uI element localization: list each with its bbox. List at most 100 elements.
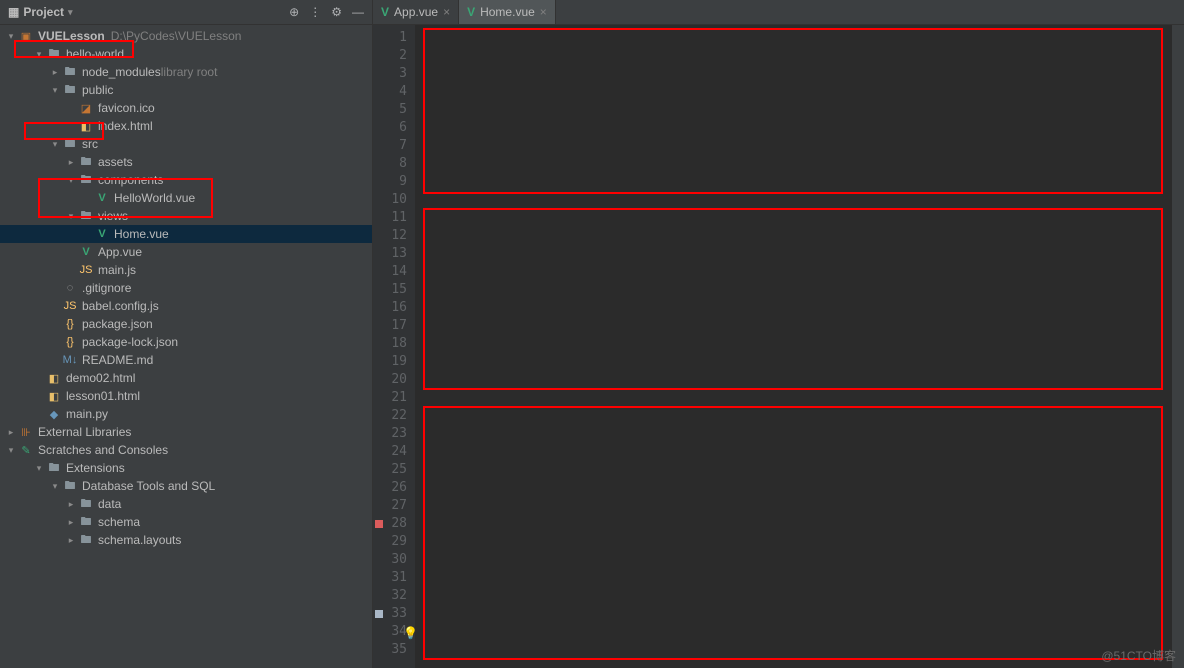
line-number[interactable]: 15 [373,281,407,299]
tree-node[interactable]: V App.vue [0,243,372,261]
editor-tab[interactable]: V Home.vue × [459,0,556,24]
line-number[interactable]: 12 [373,227,407,245]
tree-node[interactable]: ▾ 🖿 views [0,207,372,225]
expand-arrow[interactable]: ▸ [64,535,78,546]
line-number[interactable]: 21 [373,389,407,407]
filter-icon[interactable]: ⋮ [309,5,321,19]
line-number[interactable]: 30 [373,551,407,569]
close-icon[interactable]: × [540,5,547,19]
line-number[interactable]: 32 [373,587,407,605]
expand-arrow[interactable]: ▾ [48,85,62,96]
line-number[interactable]: 31 [373,569,407,587]
tree-external-libs[interactable]: ▸⊪External Libraries [0,423,372,441]
expand-arrow[interactable]: ▾ [64,175,78,186]
gear-icon[interactable]: ⚙ [331,5,342,19]
expand-arrow[interactable]: ▸ [48,67,62,78]
editor-tab[interactable]: V App.vue × [373,0,459,24]
expand-arrow[interactable]: ▸ [64,499,78,510]
line-number[interactable]: 27 [373,497,407,515]
tree-node[interactable]: {} package.json [0,315,372,333]
line-number[interactable]: 23 [373,425,407,443]
line-number[interactable]: 7 [373,137,407,155]
dropdown-icon[interactable]: ▾ [68,7,73,18]
expand-arrow[interactable]: ▾ [48,481,62,492]
tree-node[interactable]: V Home.vue [0,225,372,243]
line-number[interactable]: 24 [373,443,407,461]
tree-node[interactable]: ◧ demo02.html [0,369,372,387]
line-number[interactable]: 26 [373,479,407,497]
tree-node[interactable]: ◧ index.html [0,117,372,135]
line-number[interactable]: 4 [373,83,407,101]
editor-tabs: V App.vue × V Home.vue × [373,0,1184,25]
tree-node[interactable]: V HelloWorld.vue [0,189,372,207]
expand-arrow[interactable]: ▾ [32,49,46,60]
tree-node[interactable]: JS main.js [0,261,372,279]
tree-root[interactable]: ▾▣ VUELesson D:\PyCodes\VUELesson [0,27,372,45]
code-editor[interactable]: </span></div><div class="line" data-name… [415,25,1172,668]
code-line[interactable]: </span></div><div class="line" data-name… [425,65,1172,83]
line-number[interactable]: 3 [373,65,407,83]
line-number[interactable]: 17 [373,317,407,335]
line-number[interactable]: 8 [373,155,407,173]
expand-arrow[interactable]: ▸ [64,517,78,528]
line-number[interactable]: 25 [373,461,407,479]
line-number[interactable]: 2 [373,47,407,65]
tree-node[interactable]: ▾ 🖿 components [0,171,372,189]
tree-node[interactable]: ▾ 🖿 src [0,135,372,153]
line-number[interactable]: 13 [373,245,407,263]
project-tree[interactable]: ▾▣ VUELesson D:\PyCodes\VUELesson ▾ 🖿 he… [0,25,372,668]
line-number[interactable]: 19 [373,353,407,371]
code-line[interactable] [425,47,1172,65]
line-number[interactable]: 10 [373,191,407,209]
vertical-scrollbar[interactable] [1172,25,1184,668]
line-number[interactable]: 5 [373,101,407,119]
expand-arrow[interactable]: ▸ [64,157,78,168]
tree-node[interactable]: JS babel.config.js [0,297,372,315]
line-number[interactable]: 20 [373,371,407,389]
line-number[interactable]: 9 [373,173,407,191]
tree-scratches[interactable]: ▾✎Scratches and Consoles [0,441,372,459]
tree-node[interactable]: ▸ 🖿 schema [0,513,372,531]
line-number[interactable]: 14 [373,263,407,281]
line-number[interactable]: 29 [373,533,407,551]
tree-label: package-lock.json [82,335,178,349]
tree-node[interactable]: ▸ 🖿 schema.layouts [0,531,372,549]
expand-arrow[interactable]: ▾ [32,463,46,474]
line-number[interactable]: 6 [373,119,407,137]
line-number[interactable]: 16 [373,299,407,317]
line-number[interactable]: 11 [373,209,407,227]
code-line[interactable] [425,29,1172,47]
tree-node[interactable]: ▾ 🖿 Extensions [0,459,372,477]
close-icon[interactable]: × [443,5,450,19]
tree-node[interactable]: ▾ 🖿 public [0,81,372,99]
target-icon[interactable]: ⊕ [289,5,299,19]
tree-node[interactable]: {} package-lock.json [0,333,372,351]
tree-label: public [82,83,113,97]
tree-node[interactable]: ◆ main.py [0,405,372,423]
code-line[interactable]: <span class="t-attr">scoped</span><span … [425,101,1172,119]
expand-arrow[interactable]: ▾ [64,211,78,222]
line-number[interactable]: 18 [373,335,407,353]
tree-node[interactable]: ◌ .gitignore [0,279,372,297]
line-number[interactable]: 28 [373,515,407,533]
minimize-icon[interactable]: — [352,5,364,19]
line-number[interactable]: 33 [373,605,407,623]
tree-node[interactable]: ▸ 🖿 data [0,495,372,513]
tree-node[interactable]: ◧ lesson01.html [0,387,372,405]
tree-label: components [98,173,163,187]
line-number[interactable]: 1 [373,29,407,47]
sidebar-title[interactable]: ▦ Project ▾ [8,5,73,19]
line-number[interactable]: 💡34 [373,623,407,641]
tree-node[interactable]: ▸ 🖿 assets [0,153,372,171]
sidebar-header: ▦ Project ▾ ⊕ ⋮ ⚙ — [0,0,372,25]
tree-node[interactable]: ▾ 🖿 hello-world [0,45,372,63]
tree-node[interactable]: ◪ favicon.ico [0,99,372,117]
line-number[interactable]: 35 [373,641,407,659]
tree-node[interactable]: ▾ 🖿 Database Tools and SQL [0,477,372,495]
code-line[interactable] [425,83,1172,101]
tree-node[interactable]: ▸ 🖿 node_modules library root [0,63,372,81]
project-sidebar: ▦ Project ▾ ⊕ ⋮ ⚙ — ▾▣ VUELesson D:\PyCo… [0,0,373,668]
line-number[interactable]: 22 [373,407,407,425]
expand-arrow[interactable]: ▾ [48,139,62,150]
tree-node[interactable]: M↓ README.md [0,351,372,369]
